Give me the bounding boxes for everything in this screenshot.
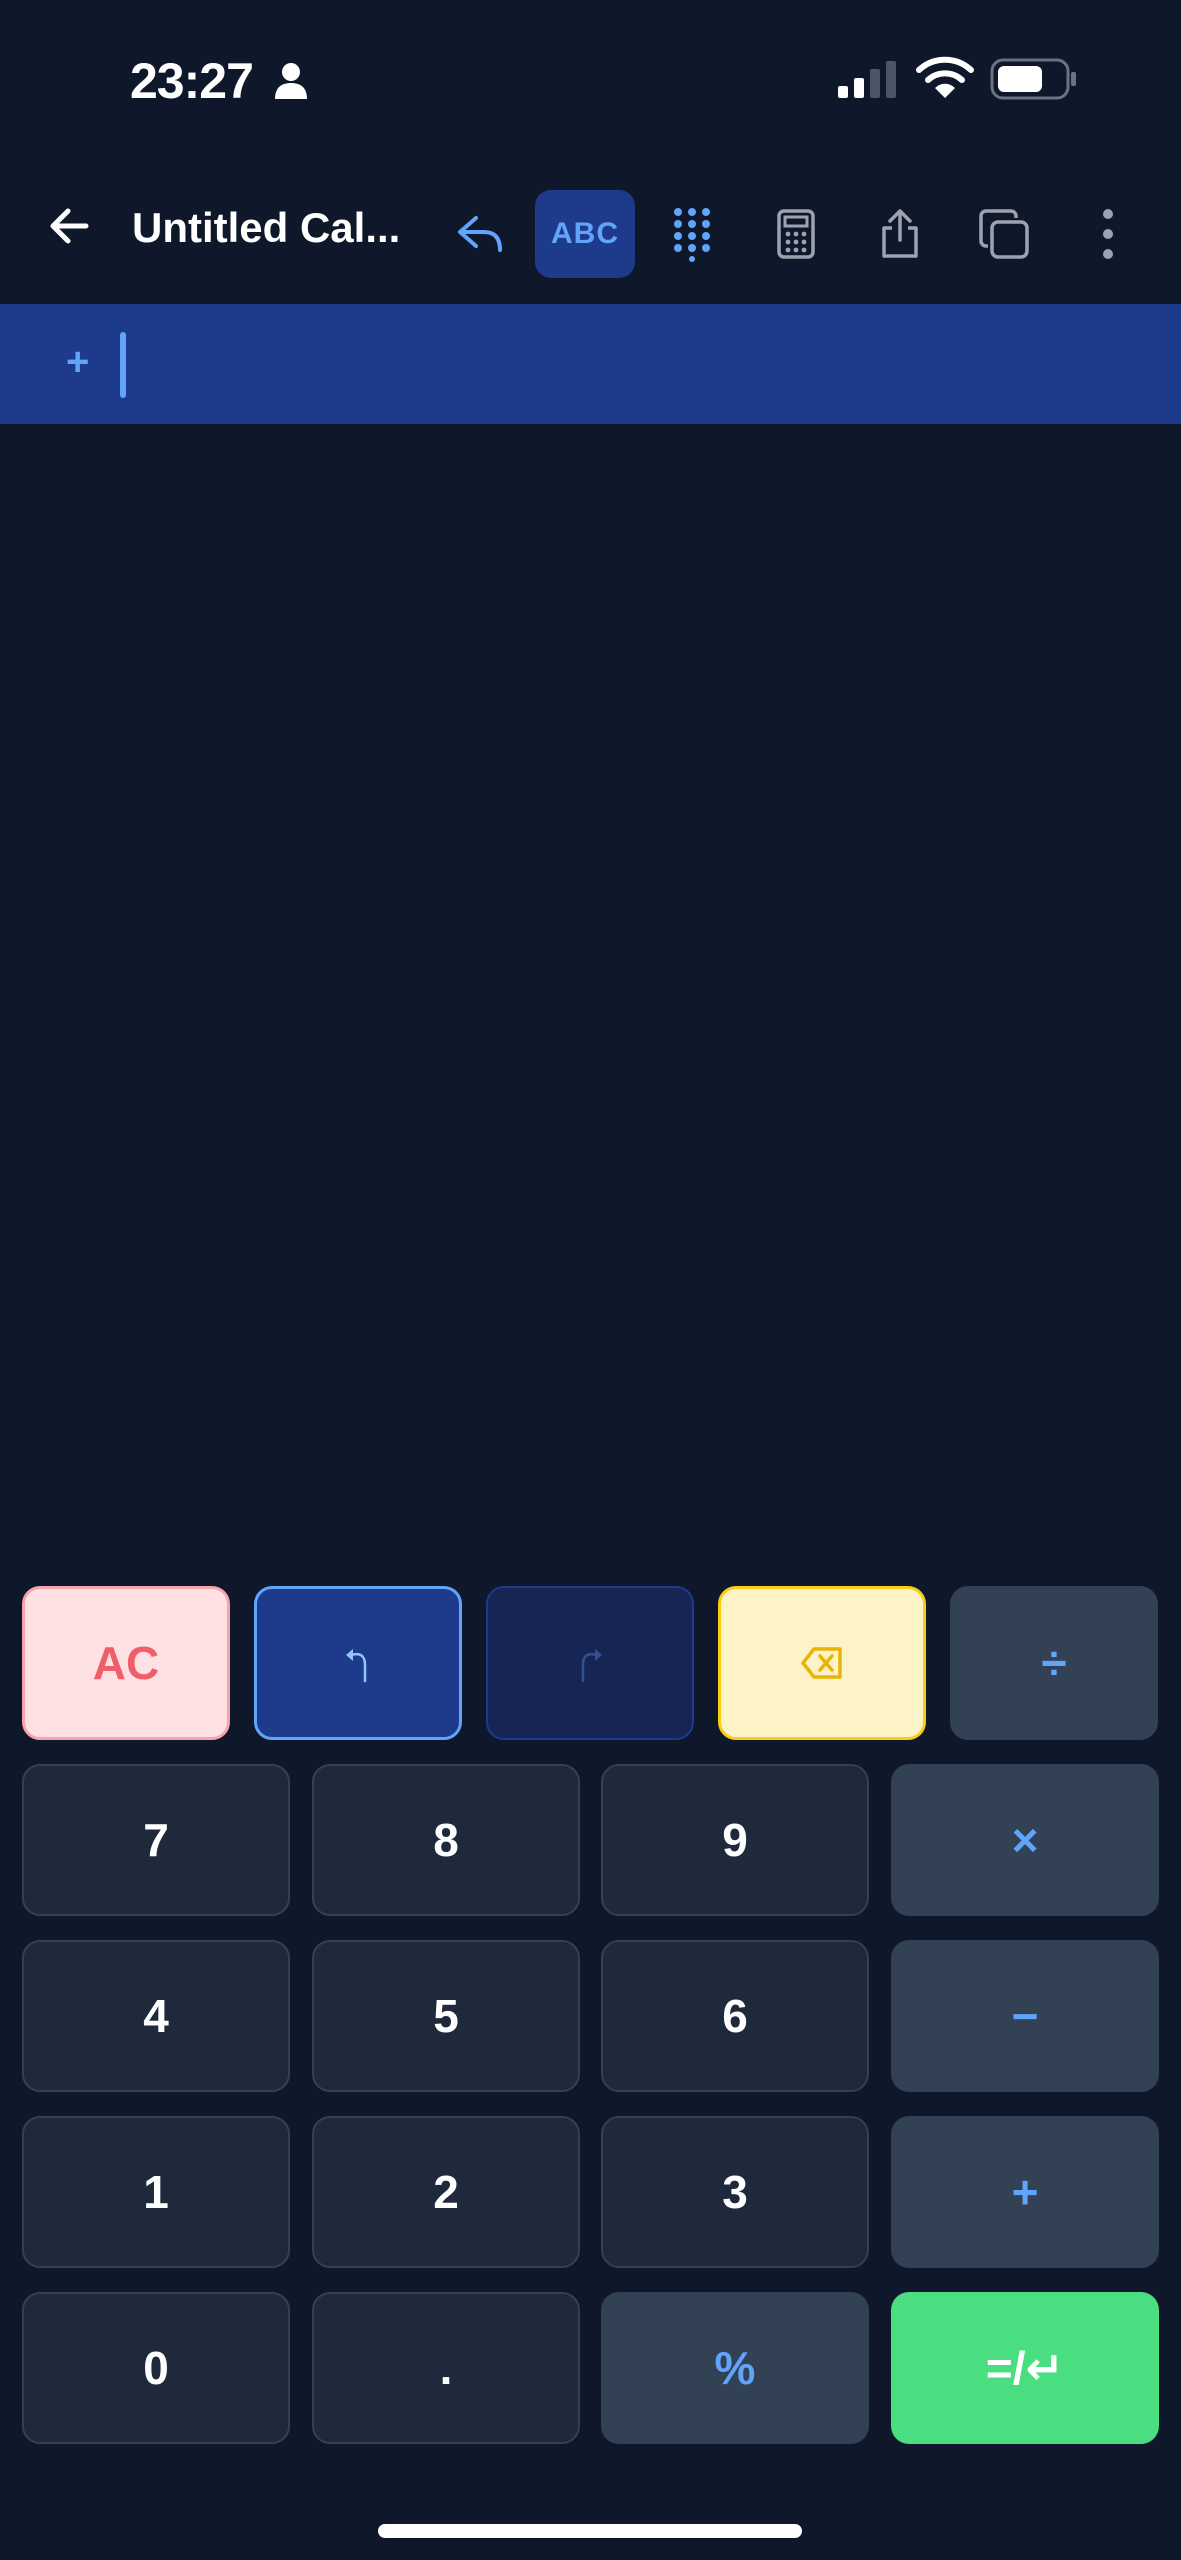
minus-label: − [1011,1990,1039,2042]
digit-4-button[interactable]: 4 [22,1940,290,2092]
digit-label: 1 [143,2166,169,2218]
digit-9-button[interactable]: 9 [601,1764,869,1916]
backspace-button[interactable] [718,1586,926,1740]
reply-button[interactable] [430,190,530,278]
decimal-point-label: . [439,2342,453,2394]
digit-0-button[interactable]: 0 [22,2292,290,2444]
reply-icon [458,216,502,252]
calculator-button[interactable] [746,190,846,278]
divide-label: ÷ [1041,1637,1067,1689]
equals-enter-label: =/↵ [985,2342,1065,2394]
abc-mode-button[interactable]: ABC [535,190,635,278]
wifi-icon [916,56,974,98]
plus-label: + [1011,2166,1039,2218]
home-indicator[interactable] [378,2524,802,2538]
digit-label: 9 [722,1814,748,1866]
number-keypad-button[interactable] [642,190,742,278]
undo-button[interactable] [254,1586,462,1740]
digit-3-button[interactable]: 3 [601,2116,869,2268]
battery-icon [990,58,1076,100]
expression-input[interactable] [0,304,1181,424]
multiply-button[interactable]: × [891,1764,1159,1916]
copy-icon [979,209,1029,259]
digit-label: 8 [433,1814,459,1866]
share-icon [882,209,918,258]
redo-button[interactable] [486,1586,694,1740]
plus-button[interactable]: + [891,2116,1159,2268]
minus-button[interactable]: − [891,1940,1159,2092]
digit-7-button[interactable]: 7 [22,1764,290,1916]
more-options-button[interactable] [1058,190,1158,278]
decimal-point-button[interactable]: . [312,2292,580,2444]
clear-all-button[interactable]: AC [22,1586,230,1740]
redo-icon [581,1649,602,1683]
percent-button[interactable]: % [601,2292,869,2444]
digit-label: 6 [722,1990,748,2042]
back-arrow-icon[interactable] [44,200,96,252]
digit-5-button[interactable]: 5 [312,1940,580,2092]
cellular-signal-icon [838,61,896,98]
undo-icon [346,1649,367,1683]
digit-6-button[interactable]: 6 [601,1940,869,2092]
digit-label: 3 [722,2166,748,2218]
multiply-label: × [1011,1814,1039,1866]
divide-button[interactable]: ÷ [950,1586,1158,1740]
digit-1-button[interactable]: 1 [22,2116,290,2268]
calculator-icon [777,209,815,259]
document-title[interactable]: Untitled Cal... [132,204,400,252]
duplicate-button[interactable] [954,190,1054,278]
dial-keypad-icon [674,208,710,262]
more-vertical-icon [1103,209,1113,259]
digit-label: 0 [143,2342,169,2394]
backspace-icon [801,1647,842,1679]
clear-all-label: AC [92,1637,160,1689]
digit-label: 4 [143,1990,169,2042]
text-caret [120,332,126,398]
person-icon [275,63,307,99]
digit-8-button[interactable]: 8 [312,1764,580,1916]
status-bar: 23:27 [0,0,1181,160]
share-button[interactable] [850,190,950,278]
input-sign-prefix: + [66,340,90,384]
status-time: 23:27 [130,53,254,109]
digit-label: 7 [143,1814,169,1866]
digit-2-button[interactable]: 2 [312,2116,580,2268]
abc-mode-label: ABC [551,217,619,250]
percent-label: % [714,2342,756,2394]
digit-label: 5 [433,1990,459,2042]
digit-label: 2 [433,2166,459,2218]
equals-enter-button[interactable]: =/↵ [891,2292,1159,2444]
